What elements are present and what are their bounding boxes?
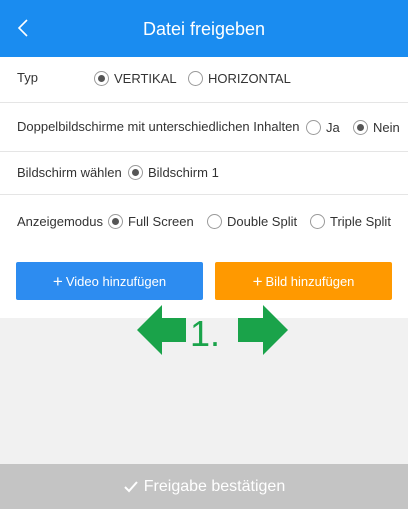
arrow-left-icon: [137, 305, 186, 355]
confirm-share-button[interactable]: Freigabe bestätigen: [0, 464, 408, 509]
confirm-share-label: Freigabe bestätigen: [143, 477, 286, 495]
checkmark-icon: [123, 480, 139, 494]
annotation-overlay: 1.: [137, 305, 288, 355]
annotation-number: 1.: [190, 313, 220, 354]
arrow-right-icon: [238, 305, 288, 355]
